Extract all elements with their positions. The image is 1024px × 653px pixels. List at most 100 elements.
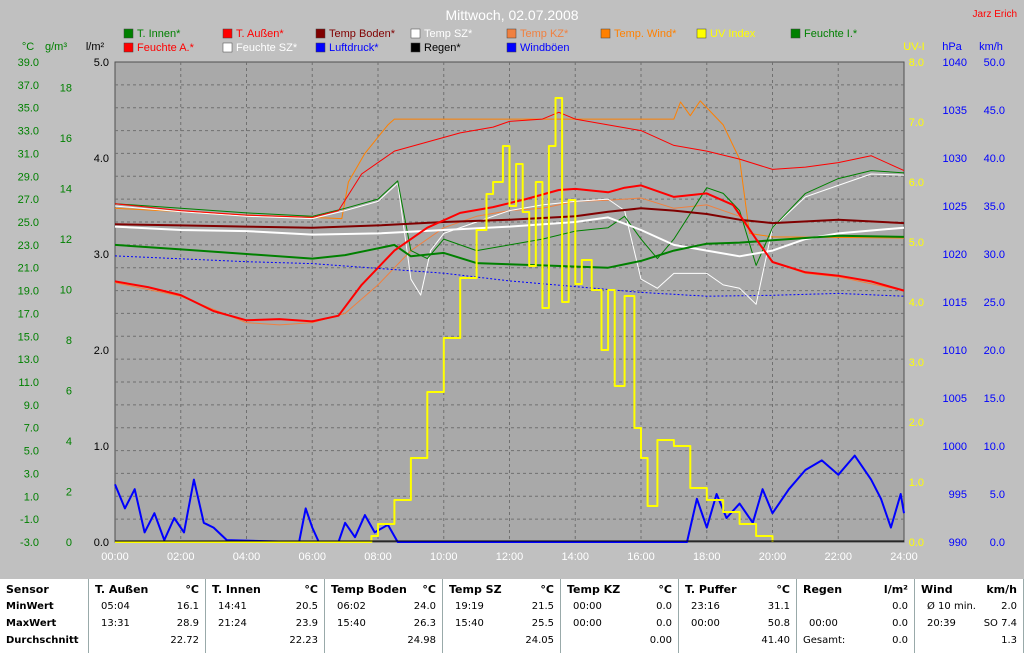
legend-label: Luftdruck* <box>329 42 379 54</box>
min-row: 0.0 <box>797 598 914 615</box>
temp-tick-label: 35.0 <box>18 103 39 115</box>
humidity-tick-label: 16 <box>60 133 72 145</box>
min-value: 0.0 <box>892 601 908 612</box>
row-label-sensor: Sensor <box>6 583 49 596</box>
rain-tick-label: 5.0 <box>94 57 109 69</box>
x-tick-label: 16:00 <box>627 551 655 563</box>
chart-credit: Jarz Erich <box>973 9 1017 20</box>
humidity-tick-label: 0 <box>66 537 72 549</box>
legend-label: Feuchte A.* <box>137 42 195 54</box>
min-row: 05:04 16.1 <box>89 598 205 615</box>
max-time: 00:00 <box>809 618 838 629</box>
legend-swatch <box>696 28 707 39</box>
table-column: Regen l/m² 0.0 00:00 0.0 Gesamt: 0.0 <box>797 579 915 653</box>
legend-label: Temp SZ* <box>424 28 473 40</box>
min-time: Ø 10 min. <box>927 601 976 612</box>
column-header: Regen l/m² <box>797 581 914 598</box>
weather-chart: 39.037.035.033.031.029.027.025.023.021.0… <box>0 0 1024 579</box>
rain-tick-label: 0.0 <box>94 537 109 549</box>
table-column: T. Puffer °C 23:16 31.1 00:00 50.8 41.40 <box>679 579 797 653</box>
avg-value: 1.3 <box>1001 635 1017 646</box>
min-value: 21.5 <box>531 601 554 612</box>
min-time: 05:04 <box>101 601 130 612</box>
max-value: 25.5 <box>531 618 554 629</box>
x-tick-label: 20:00 <box>759 551 787 563</box>
column-title: T. Außen <box>95 583 149 596</box>
pressure-tick-label: 1000 <box>943 441 967 453</box>
humidity-tick-label: 12 <box>60 234 72 246</box>
x-tick-label: 02:00 <box>167 551 195 563</box>
humidity-axis-unit: g/m³ <box>45 41 67 53</box>
avg-row: 1.3 <box>915 632 1023 649</box>
column-title: Temp Boden <box>331 583 407 596</box>
min-time: 19:19 <box>455 601 484 612</box>
max-value: SO 7.4 <box>983 618 1017 629</box>
table-column: Temp KZ °C 00:00 0.0 00:00 0.0 0.00 <box>561 579 679 653</box>
max-value: 23.9 <box>295 618 318 629</box>
x-tick-label: 00:00 <box>101 551 129 563</box>
temp-tick-label: 3.0 <box>24 468 39 480</box>
avg-row: 41.40 <box>679 632 796 649</box>
uv-tick-label: 1.0 <box>909 477 924 489</box>
max-time: 00:00 <box>691 618 720 629</box>
column-header: Temp Boden °C <box>325 581 442 598</box>
column-unit: °C <box>185 583 199 596</box>
wind-tick-label: 40.0 <box>984 153 1005 165</box>
max-row: 00:00 0.0 <box>561 615 678 632</box>
max-time: 15:40 <box>337 618 366 629</box>
min-row: 00:00 0.0 <box>561 598 678 615</box>
pressure-tick-label: 1030 <box>943 153 967 165</box>
legend-swatch <box>222 28 233 39</box>
temp-tick-label: 37.0 <box>18 80 39 92</box>
max-value: 0.0 <box>892 618 908 629</box>
x-tick-label: 06:00 <box>298 551 326 563</box>
legend-label: UV Index <box>710 28 756 40</box>
min-value: 2.0 <box>1001 601 1017 612</box>
temp-tick-label: 15.0 <box>18 331 39 343</box>
column-header: T. Innen °C <box>206 581 324 598</box>
table-row-labels: Sensor MinWert MaxWert Durchschnitt <box>0 579 89 653</box>
rain-tick-label: 1.0 <box>94 441 109 453</box>
max-row: 00:00 0.0 <box>797 615 914 632</box>
temp-tick-label: 21.0 <box>18 263 39 275</box>
temp-tick-label: 13.0 <box>18 354 39 366</box>
pressure-tick-label: 990 <box>949 537 967 549</box>
min-value: 24.0 <box>413 601 436 612</box>
max-row: 13:31 28.9 <box>89 615 205 632</box>
avg-row: 22.72 <box>89 632 205 649</box>
table-column: Temp SZ °C 19:19 21.5 15:40 25.5 24.05 <box>443 579 561 653</box>
wind-axis-unit: km/h <box>979 41 1003 53</box>
avg-row: 24.05 <box>443 632 560 649</box>
column-header: Temp SZ °C <box>443 581 560 598</box>
column-unit: km/h <box>986 583 1017 596</box>
humidity-tick-label: 14 <box>60 183 72 195</box>
temp-tick-label: 19.0 <box>18 286 39 298</box>
wind-tick-label: 5.0 <box>990 489 1005 501</box>
wind-tick-label: 15.0 <box>984 393 1005 405</box>
avg-row: 22.23 <box>206 632 324 649</box>
legend-swatch <box>123 28 134 39</box>
column-unit: °C <box>776 583 790 596</box>
column-title: Regen <box>803 583 843 596</box>
humidity-tick-label: 10 <box>60 284 72 296</box>
column-title: T. Puffer <box>685 583 737 596</box>
min-time: 14:41 <box>218 601 247 612</box>
pressure-axis-unit: hPa <box>942 41 962 53</box>
legend-swatch <box>506 28 517 39</box>
x-tick-label: 12:00 <box>496 551 524 563</box>
avg-value: 22.23 <box>289 635 318 646</box>
humidity-tick-label: 8 <box>66 335 72 347</box>
max-time: 15:40 <box>455 618 484 629</box>
uv-axis-unit: UV-I <box>903 41 924 53</box>
uv-tick-label: 7.0 <box>909 117 924 129</box>
max-value: 0.0 <box>656 618 672 629</box>
uv-tick-label: 5.0 <box>909 237 924 249</box>
uv-tick-label: 0.0 <box>909 537 924 549</box>
max-row: 15:40 26.3 <box>325 615 442 632</box>
uv-tick-label: 3.0 <box>909 357 924 369</box>
min-row: 14:41 20.5 <box>206 598 324 615</box>
table-column: Temp Boden °C 06:02 24.0 15:40 26.3 24.98 <box>325 579 443 653</box>
avg-value: 22.72 <box>170 635 199 646</box>
legend-swatch <box>506 42 517 53</box>
pressure-tick-label: 1010 <box>943 345 967 357</box>
